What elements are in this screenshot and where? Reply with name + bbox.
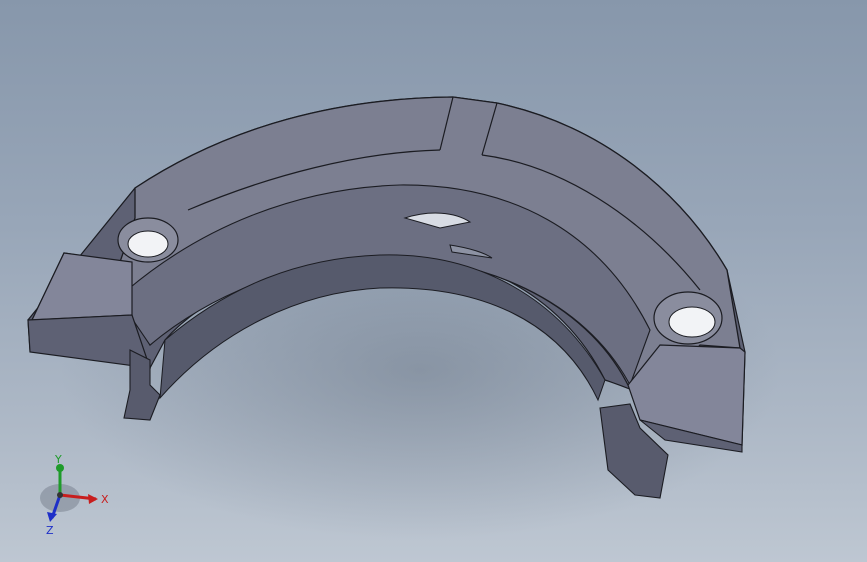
left-end-block	[31, 252, 133, 321]
z-axis-label: Z	[46, 524, 54, 537]
y-axis-label: Y	[54, 453, 62, 466]
right-bolt-hole-inner	[668, 306, 716, 338]
3d-part-model[interactable]	[0, 0, 867, 562]
coordinate-triad: Y X Z	[40, 453, 109, 537]
x-axis-label: X	[101, 493, 109, 506]
graphics-viewport[interactable]: Y X Z	[0, 0, 867, 562]
left-bolt-hole-inner	[127, 230, 169, 258]
